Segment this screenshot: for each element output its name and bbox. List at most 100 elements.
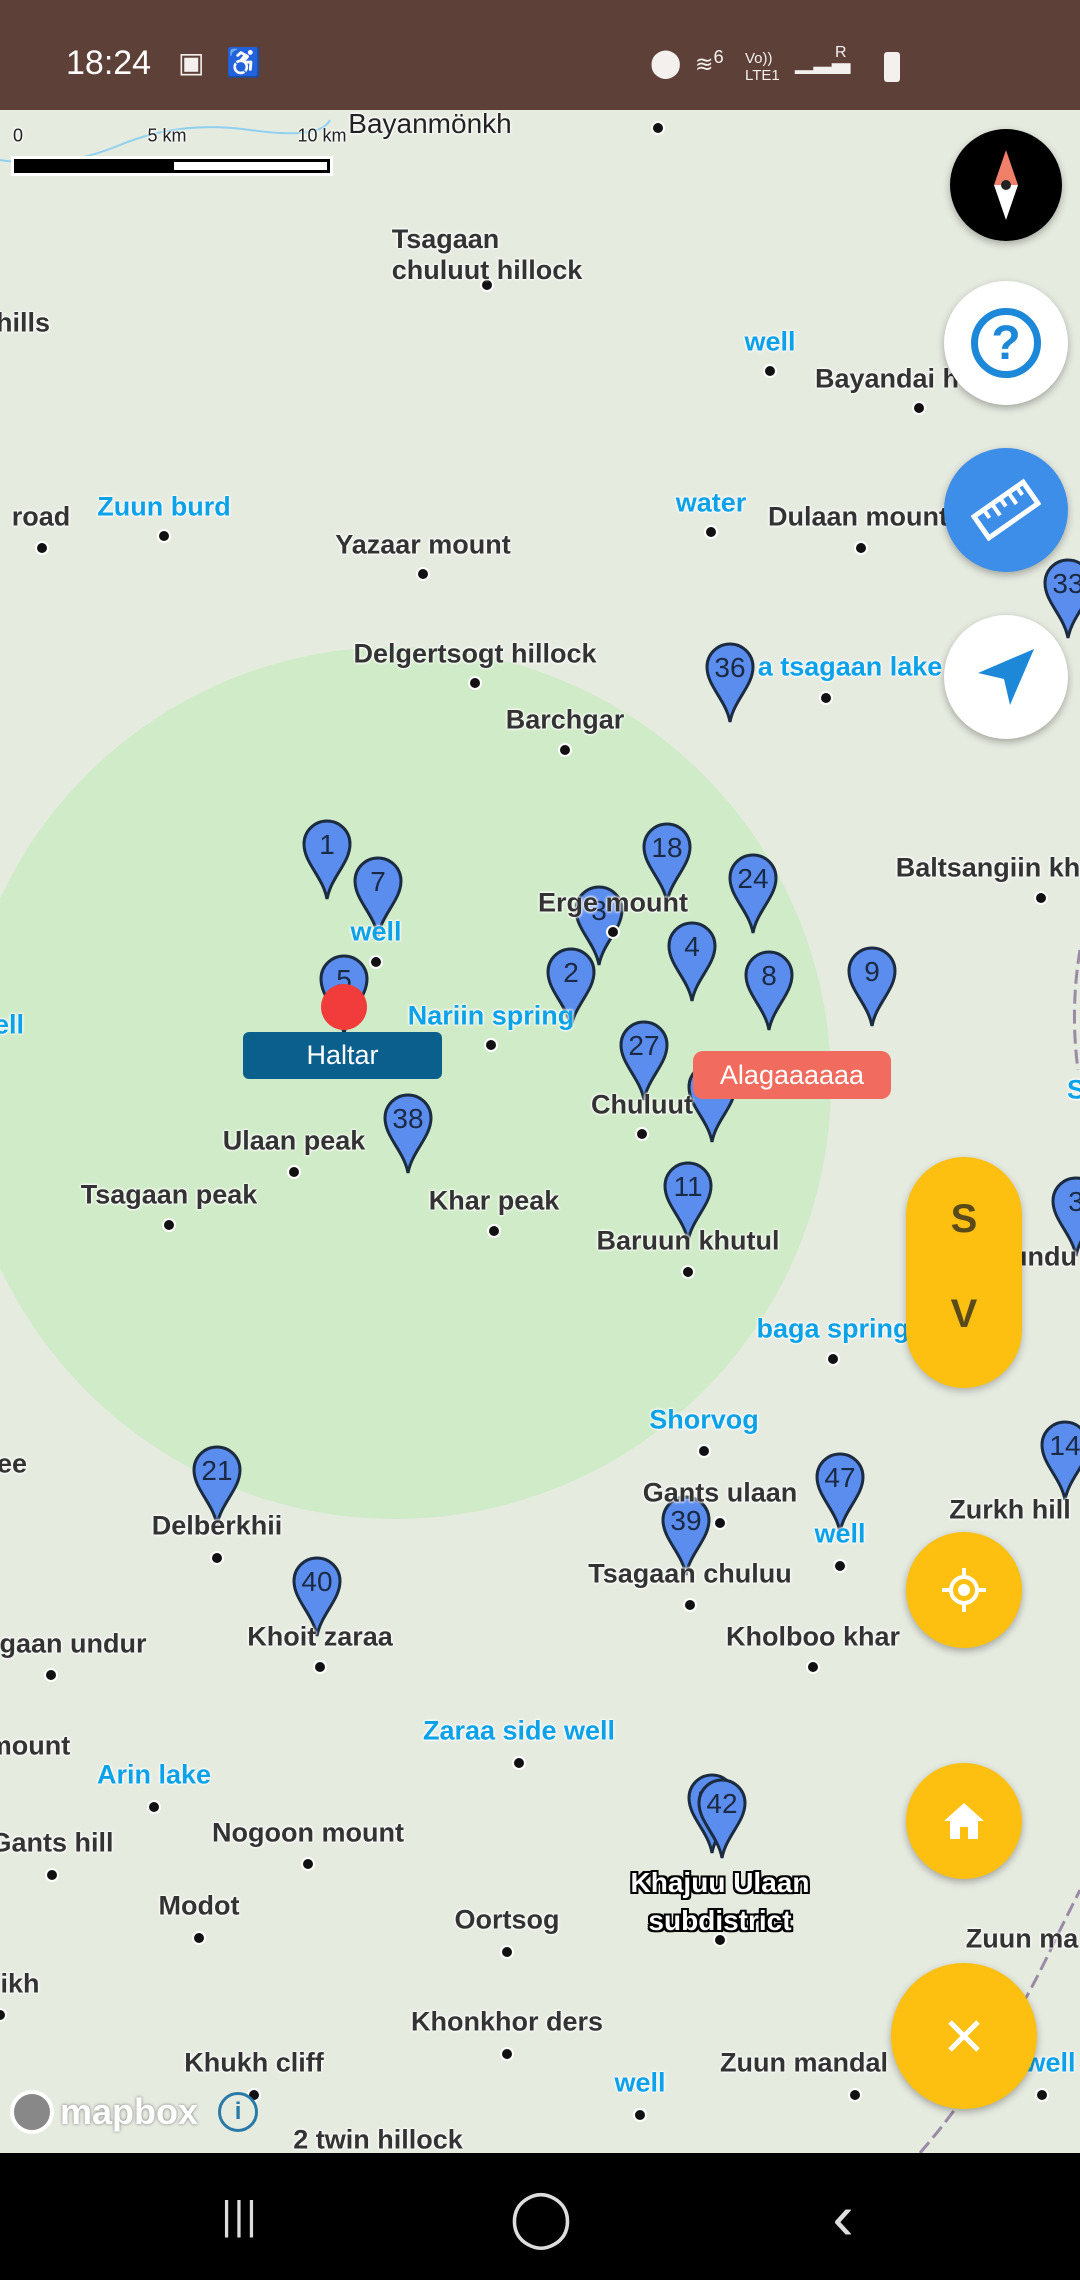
- map-label[interactable]: Delgertsogt hillock: [353, 639, 596, 670]
- map-label[interactable]: Zuun ma: [966, 1924, 1079, 1955]
- my-location-icon: [942, 1568, 986, 1612]
- info-icon[interactable]: i: [218, 2092, 259, 2132]
- map-label[interactable]: gaan undur: [0, 1629, 147, 1660]
- map-label[interactable]: Khar peak: [429, 1186, 560, 1217]
- map-label[interactable]: Shorvog: [649, 1405, 759, 1436]
- mapbox-logo-icon: [10, 2090, 54, 2134]
- map-label[interactable]: Arin lake: [97, 1760, 211, 1791]
- map-label[interactable]: hills: [0, 308, 50, 339]
- poi-dot: [706, 527, 716, 537]
- map-label[interactable]: Barchgar: [506, 705, 625, 736]
- map-view[interactable]: 1753633182434289273811321473914401042Bay…: [0, 110, 1080, 2153]
- navigate-button[interactable]: [944, 615, 1068, 739]
- map-pin[interactable]: 9: [846, 944, 898, 1028]
- ruler-button[interactable]: [944, 448, 1068, 572]
- map-label[interactable]: road: [12, 502, 71, 533]
- home-button[interactable]: [906, 1763, 1022, 1879]
- poi-dot: [303, 1859, 313, 1869]
- pin-number: 24: [737, 863, 769, 894]
- recents-button[interactable]: |||: [180, 2153, 300, 2280]
- map-label[interactable]: Zurkh hill: [949, 1495, 1071, 1526]
- map-label[interactable]: Zuun mandal: [720, 2048, 888, 2079]
- compass-button[interactable]: [950, 129, 1062, 241]
- poi-dot: [699, 1446, 709, 1456]
- marker-label-alagaaaaaa[interactable]: Alagaaaaaa: [693, 1051, 891, 1099]
- poi-dot: [164, 1220, 174, 1230]
- map-label[interactable]: well: [744, 327, 795, 358]
- map-label[interactable]: ikh: [0, 1969, 39, 2000]
- map-label[interactable]: S: [1067, 1075, 1080, 1106]
- status-bar: 18:24 ▣ ♿ ⬤ ≋6 Vo)) LTE1 ▁▂▃ R: [0, 0, 1080, 110]
- close-button[interactable]: [891, 1963, 1037, 2109]
- map-label[interactable]: Tsagaan chuluut hillock: [392, 224, 583, 286]
- poi-dot: [470, 678, 480, 688]
- map-label[interactable]: Bayandai h: [815, 364, 959, 395]
- toggle-v[interactable]: V: [906, 1292, 1022, 1337]
- map-label[interactable]: Oortsog: [455, 1905, 560, 1936]
- poi-dot: [489, 1226, 499, 1236]
- help-button[interactable]: ?: [944, 281, 1068, 405]
- map-label[interactable]: Khoit zaraa: [247, 1622, 393, 1653]
- home-nav-button[interactable]: ◯: [481, 2153, 601, 2280]
- poi-dot: [685, 1600, 695, 1610]
- map-label[interactable]: Tsagaan peak: [81, 1180, 258, 1211]
- my-location-button[interactable]: [906, 1532, 1022, 1648]
- map-label[interactable]: well: [350, 917, 401, 948]
- back-button[interactable]: ‹: [783, 2153, 903, 2280]
- poi-dot: [486, 1040, 496, 1050]
- map-label[interactable]: Gants ulaan: [643, 1478, 798, 1509]
- map-label[interactable]: Chuluut: [591, 1090, 693, 1121]
- map-label[interactable]: Nariin spring: [408, 1001, 575, 1032]
- map-pin[interactable]: 1: [301, 817, 353, 901]
- close-icon: [948, 2020, 980, 2052]
- map-label[interactable]: Tsagaan chuluu: [588, 1559, 792, 1590]
- map-pin[interactable]: 24: [727, 851, 779, 935]
- map-label[interactable]: Dulaan mount: [768, 502, 948, 533]
- map-label[interactable]: Kholboo khar: [726, 1622, 900, 1653]
- map-pin[interactable]: 42: [696, 1776, 748, 1860]
- map-label[interactable]: Khonkhor ders: [411, 2007, 603, 2038]
- poi-dot: [46, 1670, 56, 1680]
- map-pin[interactable]: 4: [666, 919, 718, 1003]
- map-label[interactable]: Gants hill: [0, 1828, 114, 1859]
- sv-toggle[interactable]: S V: [906, 1157, 1022, 1388]
- poi-dot: [560, 745, 570, 755]
- map-label[interactable]: well: [814, 1519, 865, 1550]
- map-pin[interactable]: 8: [743, 948, 795, 1032]
- mapbox-attribution[interactable]: mapbox i: [10, 2090, 259, 2134]
- mapbox-wordmark: mapbox: [60, 2091, 199, 2132]
- map-label[interactable]: a tsagaan lake: [758, 652, 943, 683]
- map-label[interactable]: mount: [0, 1731, 70, 1762]
- marker-label-haltar[interactable]: Haltar: [243, 1032, 442, 1079]
- ruler-icon: [971, 478, 1041, 542]
- pin-number: 7: [370, 866, 386, 897]
- map-label[interactable]: Zuun burd: [97, 492, 230, 523]
- map-pin[interactable]: 14: [1039, 1418, 1080, 1502]
- map-label[interactable]: Erge mount: [538, 888, 688, 919]
- map-label[interactable]: Modot: [159, 1891, 240, 1922]
- toggle-s[interactable]: S: [906, 1197, 1022, 1242]
- map-label[interactable]: Ulaan peak: [223, 1126, 366, 1157]
- map-label[interactable]: Baruun khutul: [597, 1226, 780, 1257]
- map-label[interactable]: Khukh cliff: [184, 2048, 324, 2079]
- map-label[interactable]: 2 twin hillock: [293, 2125, 463, 2154]
- map-label[interactable]: ell: [0, 1010, 24, 1041]
- map-pin[interactable]: 36: [704, 640, 756, 724]
- map-label[interactable]: well: [614, 2068, 665, 2099]
- map-pin[interactable]: 38: [382, 1091, 434, 1175]
- navigation-arrow-icon: [978, 649, 1034, 705]
- map-label[interactable]: ee: [0, 1449, 27, 1480]
- map-pin[interactable]: 33: [1042, 556, 1080, 640]
- gallery-icon: ▣: [178, 47, 205, 78]
- map-label[interactable]: Yazaar mount: [335, 530, 511, 561]
- volte-lte1-icon: Vo)) LTE1: [745, 50, 780, 84]
- map-label[interactable]: Nogoon mount: [212, 1818, 404, 1849]
- map-label[interactable]: Bayanmönkh: [348, 110, 511, 140]
- map-label[interactable]: Baltsangiin kh: [896, 853, 1080, 884]
- map-label[interactable]: baga spring: [756, 1314, 909, 1345]
- map-label[interactable]: Khajuu Ulaan subdistrict: [631, 1864, 810, 1940]
- map-label[interactable]: water: [676, 488, 747, 519]
- pin-number: 40: [301, 1566, 333, 1597]
- map-label[interactable]: Delberkhii: [152, 1511, 283, 1542]
- map-label[interactable]: Zaraa side well: [423, 1716, 615, 1747]
